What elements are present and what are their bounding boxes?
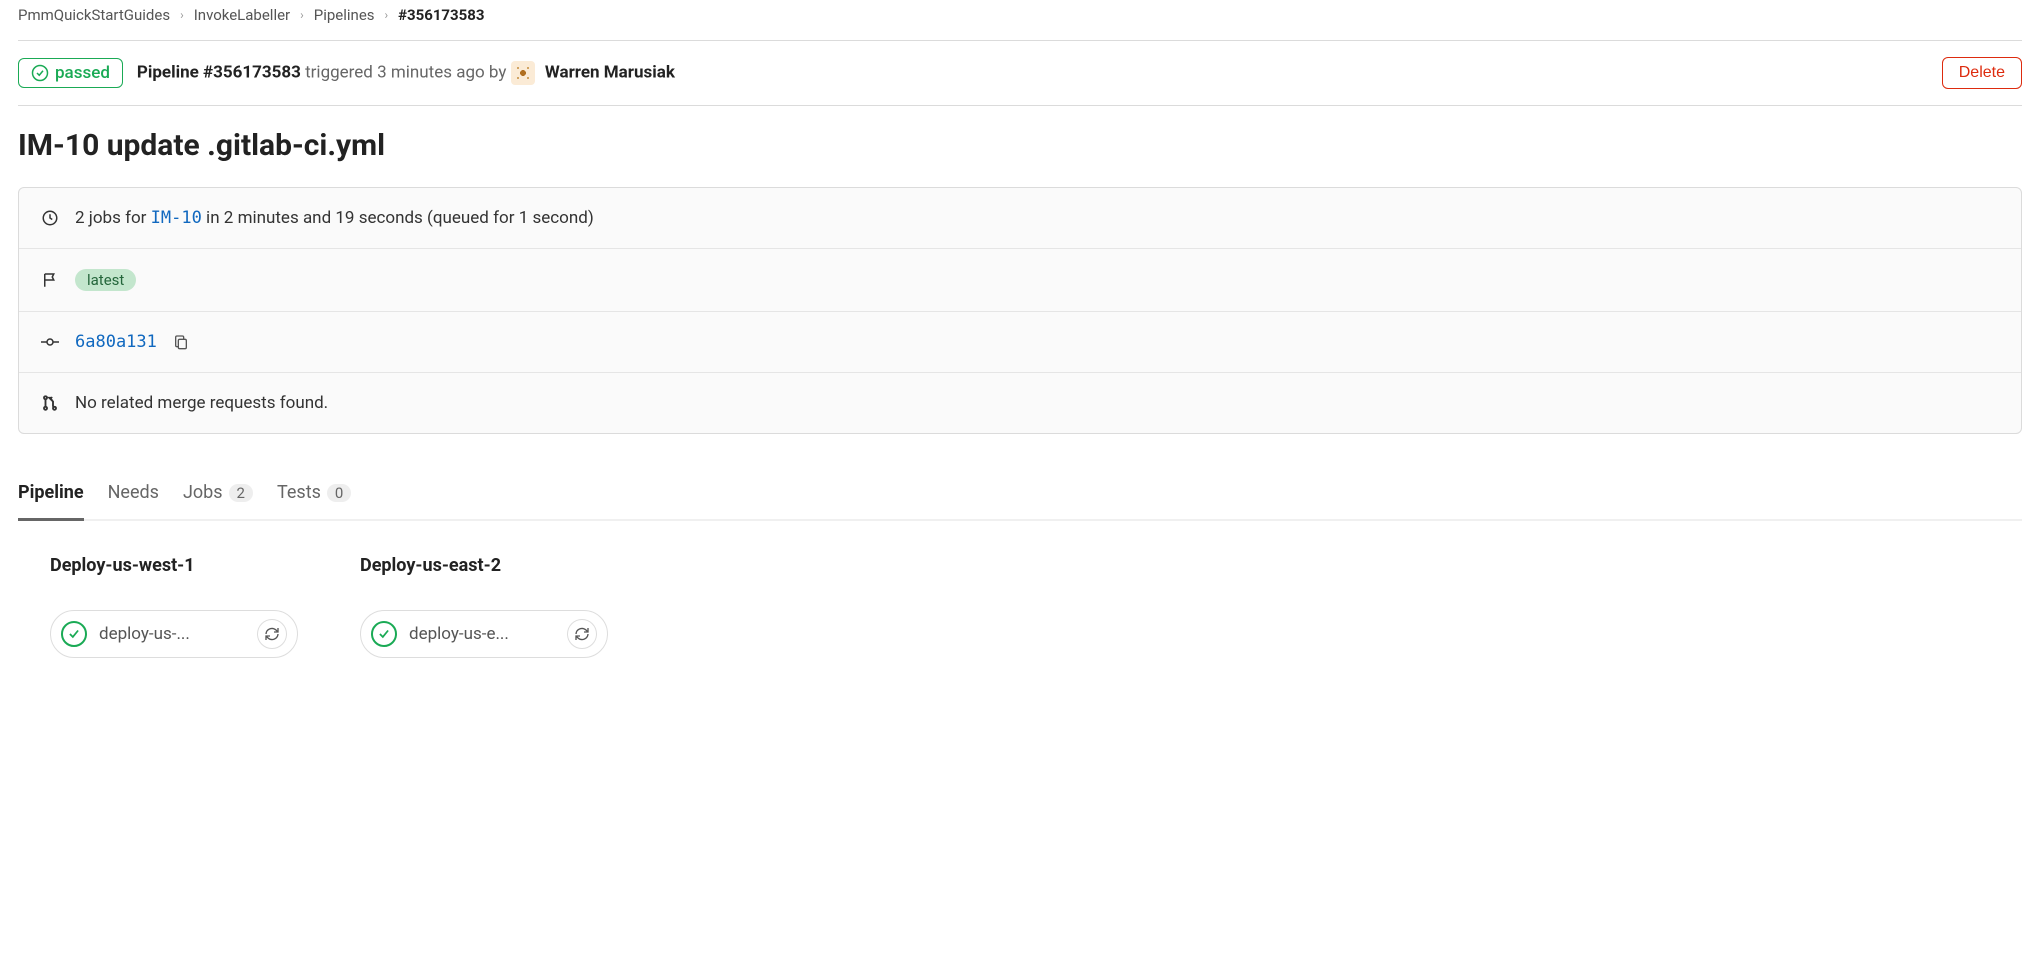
- tab-label: Jobs: [183, 482, 223, 503]
- count-badge: 2: [229, 484, 253, 502]
- tab-tests[interactable]: Tests 0: [277, 474, 351, 519]
- pipeline-meta: Pipeline #356173583 triggered 3 minutes …: [137, 61, 1928, 85]
- status-badge[interactable]: passed: [18, 58, 123, 88]
- chevron-right-icon: ›: [300, 8, 304, 22]
- latest-badge: latest: [75, 269, 136, 291]
- breadcrumb-item[interactable]: InvokeLabeller: [194, 6, 290, 24]
- stage-title: Deploy-us-west-1: [50, 555, 298, 576]
- stage-column: Deploy-us-east-2 deploy-us-e...: [360, 555, 608, 658]
- retry-button[interactable]: [257, 619, 287, 649]
- pipeline-id: Pipeline #356173583: [137, 62, 301, 82]
- jobs-suffix: in 2 minutes and 19 seconds (queued for …: [202, 208, 594, 228]
- commit-sha-link[interactable]: 6a80a131: [75, 332, 157, 352]
- tab-label: Tests: [277, 482, 321, 503]
- status-label: passed: [55, 63, 110, 83]
- job-name: deploy-us-...: [99, 624, 245, 644]
- job-pill[interactable]: deploy-us-...: [50, 610, 298, 658]
- delete-button[interactable]: Delete: [1942, 57, 2022, 89]
- triggered-text: triggered 3 minutes ago by: [301, 62, 511, 82]
- check-circle-icon: [61, 621, 87, 647]
- clock-icon: [41, 209, 59, 227]
- tab-label: Pipeline: [18, 482, 84, 503]
- tabs: Pipeline Needs Jobs 2 Tests 0: [18, 474, 2022, 521]
- info-row-jobs: 2 jobs for IM-10 in 2 minutes and 19 sec…: [19, 188, 2021, 248]
- pipeline-graph: Deploy-us-west-1 deploy-us-... Deploy-us…: [18, 521, 2022, 698]
- merge-request-icon: [41, 394, 59, 412]
- chevron-right-icon: ›: [180, 8, 184, 22]
- breadcrumb-item-current: #356173583: [398, 6, 484, 24]
- branch-link[interactable]: IM-10: [151, 208, 202, 228]
- page-title: IM-10 update .gitlab-ci.yml: [18, 106, 2022, 187]
- chevron-right-icon: ›: [385, 8, 389, 22]
- copy-icon[interactable]: [173, 333, 189, 351]
- info-row-commit: 6a80a131: [19, 311, 2021, 372]
- job-name: deploy-us-e...: [409, 624, 555, 644]
- retry-button[interactable]: [567, 619, 597, 649]
- breadcrumb: PmmQuickStartGuides › InvokeLabeller › P…: [18, 0, 2022, 40]
- count-badge: 0: [327, 484, 351, 502]
- commit-icon: [41, 335, 59, 349]
- pipeline-header: passed Pipeline #356173583 triggered 3 m…: [18, 41, 2022, 105]
- job-pill[interactable]: deploy-us-e...: [360, 610, 608, 658]
- jobs-summary: 2 jobs for IM-10 in 2 minutes and 19 sec…: [75, 208, 594, 228]
- stage-column: Deploy-us-west-1 deploy-us-...: [50, 555, 298, 658]
- flag-icon: [41, 271, 59, 289]
- breadcrumb-item[interactable]: Pipelines: [314, 6, 375, 24]
- mr-text: No related merge requests found.: [75, 393, 328, 413]
- avatar[interactable]: [511, 61, 535, 85]
- breadcrumb-item[interactable]: PmmQuickStartGuides: [18, 6, 170, 24]
- check-circle-icon: [371, 621, 397, 647]
- pipeline-info-panel: 2 jobs for IM-10 in 2 minutes and 19 sec…: [18, 187, 2022, 434]
- tab-jobs[interactable]: Jobs 2: [183, 474, 253, 519]
- info-row-mr: No related merge requests found.: [19, 372, 2021, 433]
- check-circle-icon: [31, 64, 49, 82]
- tab-needs[interactable]: Needs: [108, 474, 159, 519]
- retry-icon: [264, 626, 280, 642]
- jobs-prefix: 2 jobs for: [75, 208, 151, 228]
- stage-title: Deploy-us-east-2: [360, 555, 608, 576]
- retry-icon: [574, 626, 590, 642]
- tab-label: Needs: [108, 482, 159, 503]
- user-name[interactable]: Warren Marusiak: [545, 62, 675, 82]
- info-row-flag: latest: [19, 248, 2021, 311]
- tab-pipeline[interactable]: Pipeline: [18, 474, 84, 519]
